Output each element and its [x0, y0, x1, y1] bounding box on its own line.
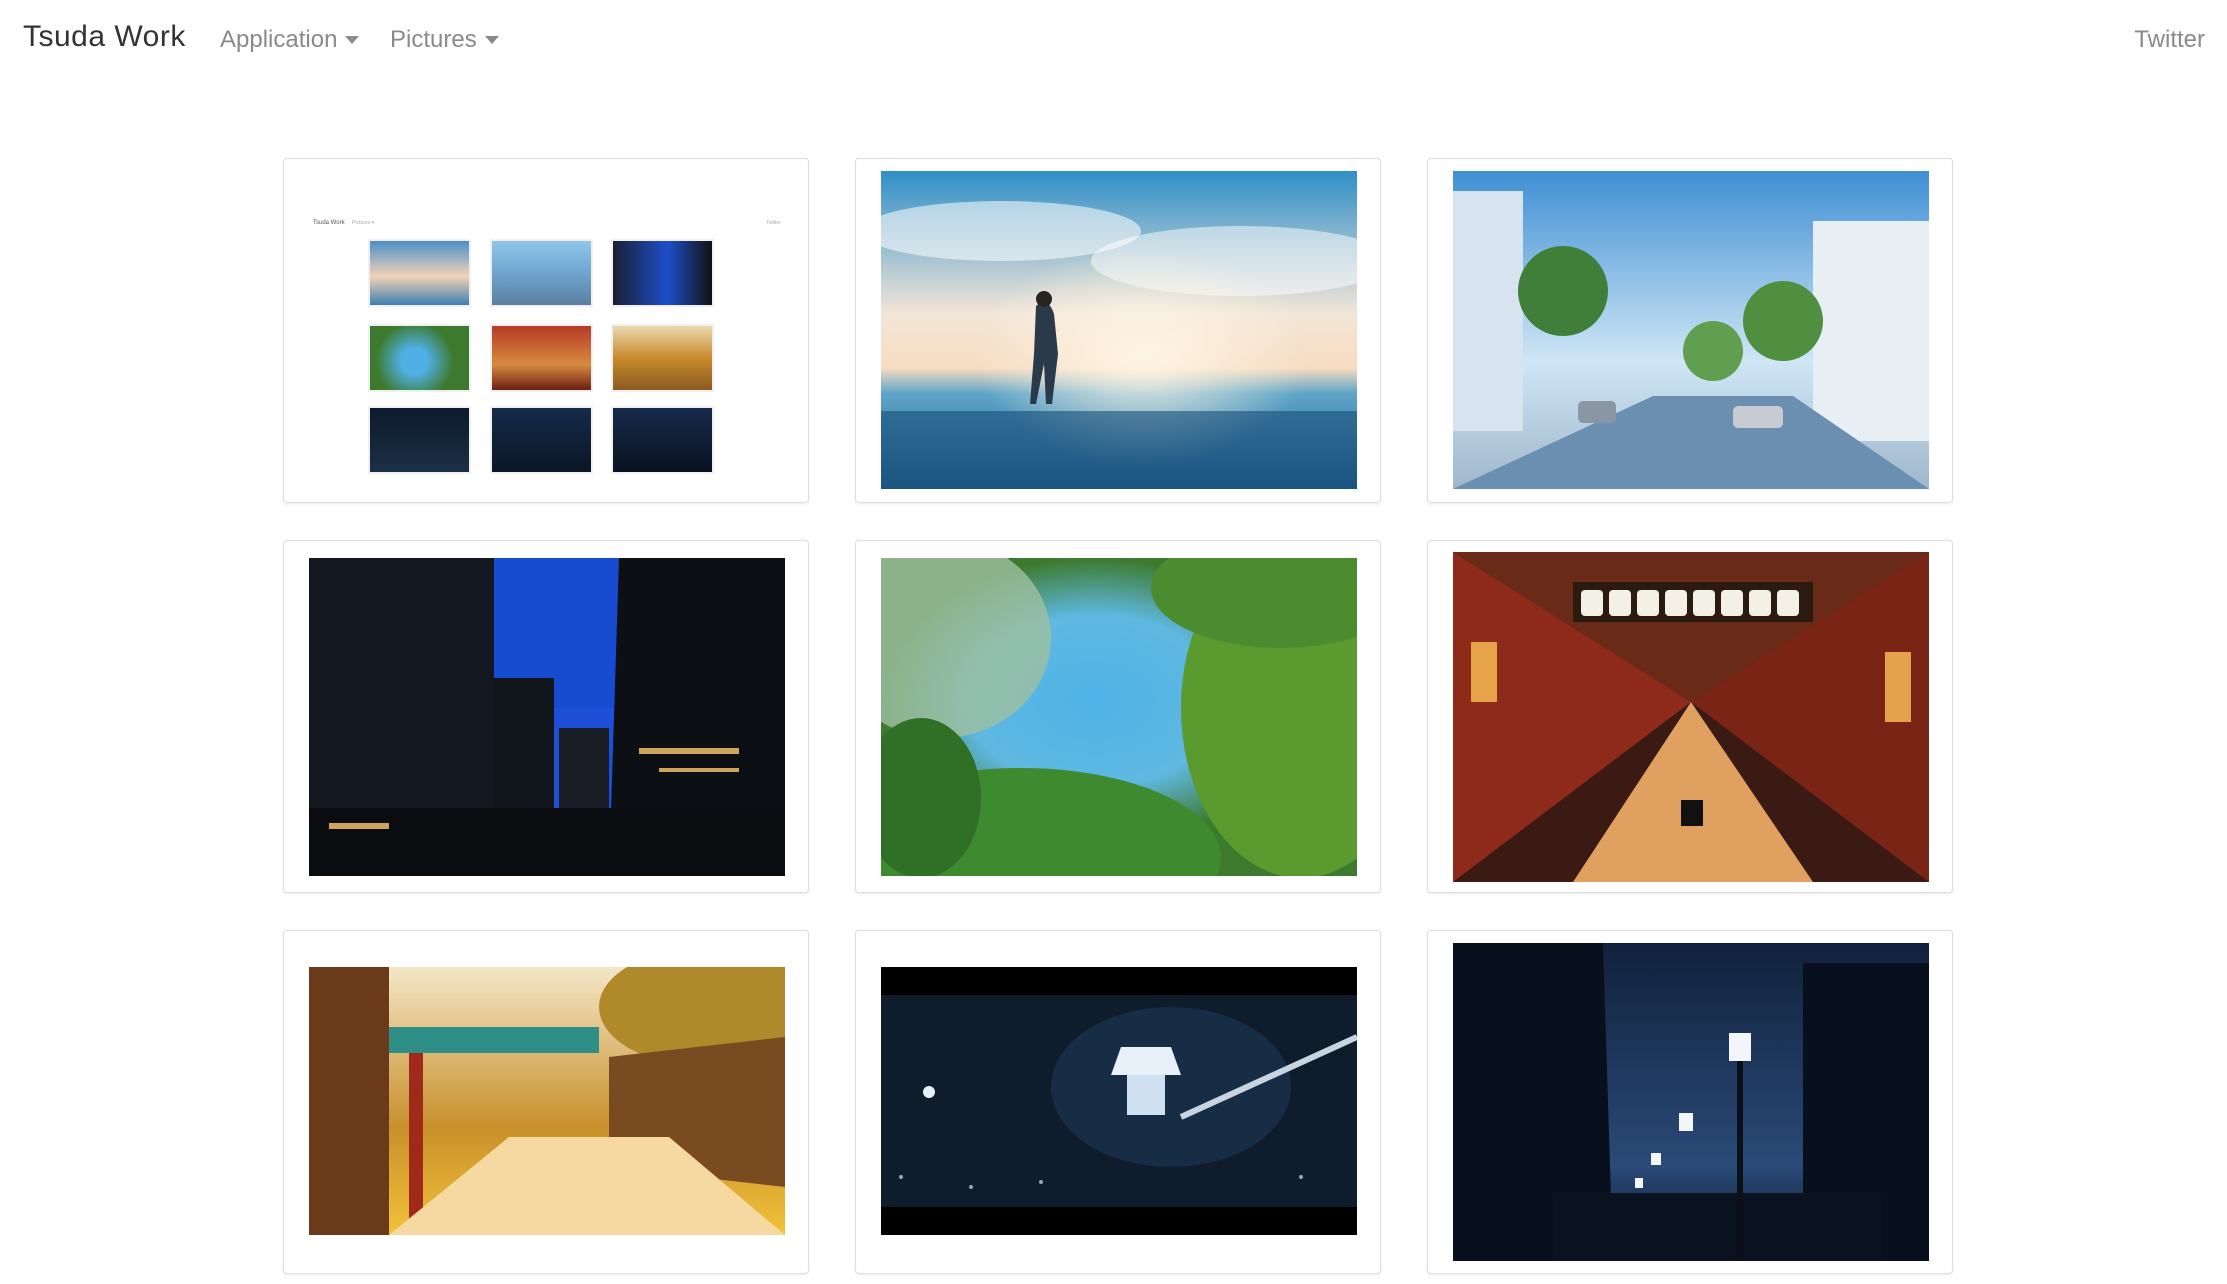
gallery-card[interactable] [1427, 930, 1953, 1274]
nav-label-pictures: Pictures [390, 26, 477, 53]
gallery-card[interactable] [855, 158, 1381, 503]
ginza-buildings-photo[interactable] [309, 558, 785, 876]
nav-dropdown-application[interactable]: Application [220, 26, 360, 54]
brand-link[interactable]: Tsuda Work [23, 20, 186, 54]
shopping-arcade-photo[interactable] [1453, 552, 1929, 882]
thumbnail-nav: Pictures ▾ [352, 220, 374, 226]
mini-tile [611, 406, 714, 474]
thumbnail-twitter: Twitter [766, 220, 781, 226]
beach-photo[interactable] [881, 171, 1357, 489]
mini-tile [490, 324, 593, 392]
navbar: Tsuda Work Application Pictures Twitter [0, 0, 2227, 82]
mini-tile [368, 239, 471, 307]
mini-tile [611, 239, 714, 307]
mini-tile [368, 406, 471, 474]
nav-dropdown-pictures[interactable]: Pictures [390, 26, 499, 54]
mini-tile [490, 406, 593, 474]
night-lantern-photo[interactable] [881, 967, 1357, 1235]
night-street-lamps-photo[interactable] [1453, 943, 1929, 1261]
caret-down-icon [484, 36, 499, 44]
city-street-photo[interactable] [1453, 171, 1929, 489]
gallery-card[interactable] [855, 930, 1381, 1274]
twitter-link[interactable]: Twitter [2134, 26, 2205, 54]
mini-tile [611, 324, 714, 392]
gallery-card[interactable] [283, 540, 809, 893]
mini-tile [368, 324, 471, 392]
nav-label-application: Application [220, 26, 338, 53]
site-screenshot-thumbnail[interactable]: Tsuda Work Pictures ▾ Twitter [309, 184, 785, 480]
gallery-card[interactable] [1427, 158, 1953, 503]
gallery-card[interactable] [855, 540, 1381, 893]
gallery-card[interactable] [1427, 540, 1953, 893]
caret-down-icon [345, 36, 360, 44]
forest-canopy-photo[interactable] [881, 558, 1357, 876]
market-street-photo[interactable] [309, 967, 785, 1235]
thumbnail-brand: Tsuda Work [313, 220, 345, 226]
gallery-card[interactable]: Tsuda Work Pictures ▾ Twitter [283, 158, 809, 503]
mini-tile [490, 239, 593, 307]
gallery-card[interactable] [283, 930, 809, 1274]
